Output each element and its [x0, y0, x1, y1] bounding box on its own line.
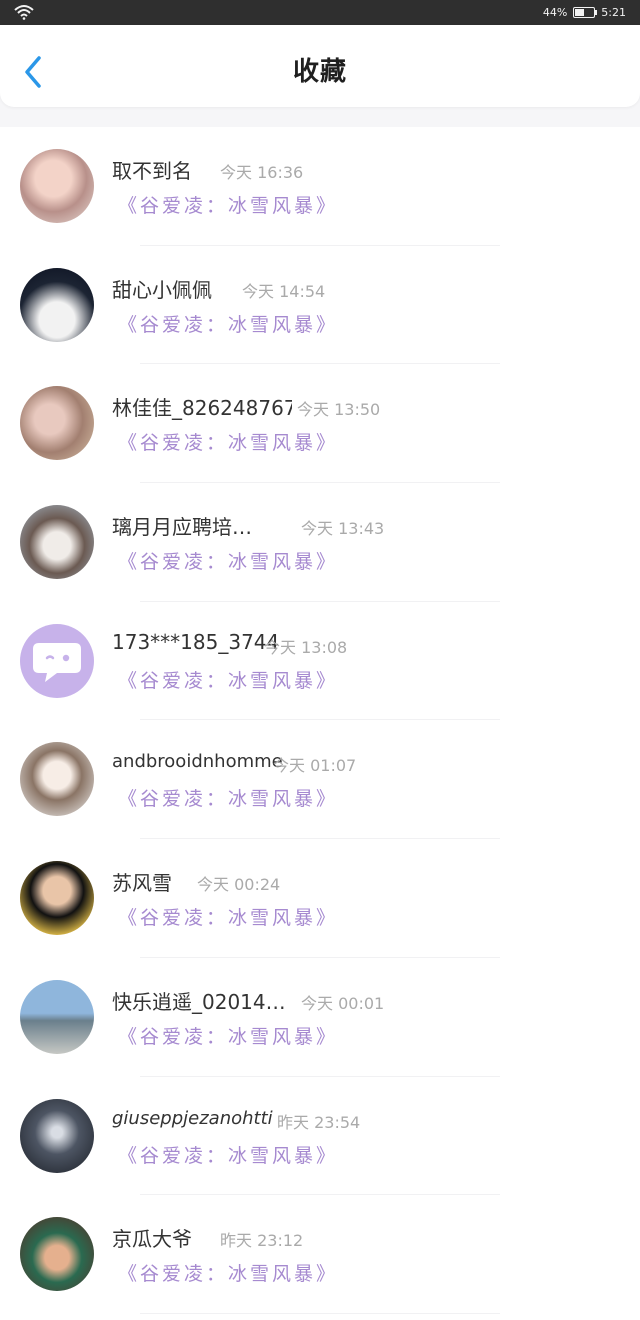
list-item[interactable]: 快乐逍遥_02014… 今天 00:01 《谷爱凌：冰雪风暴》	[0, 958, 640, 1077]
timestamp: 今天 00:01	[301, 993, 385, 1013]
timestamp: 今天 14:54	[242, 281, 326, 301]
book-title[interactable]: 《谷爱凌：冰雪风暴》	[118, 1259, 338, 1286]
avatar[interactable]	[20, 267, 94, 342]
book-title[interactable]: 《谷爱凌：冰雪风暴》	[118, 784, 338, 811]
list-item[interactable]: 苏风雪 今天 00:24 《谷爱凌：冰雪风暴》	[0, 839, 640, 958]
battery-percent: 44%	[542, 5, 568, 19]
avatar[interactable]	[20, 505, 94, 580]
timestamp: 今天 16:36	[220, 163, 304, 182]
avatar[interactable]	[20, 861, 94, 936]
favorites-list: 取不到名 今天 16:36 《谷爱凌：冰雪风暴》 甜心小佩佩 今天 14:54 …	[0, 127, 640, 1320]
avatar[interactable]	[20, 979, 94, 1054]
book-title[interactable]: 《谷爱凌：冰雪风暴》	[118, 1141, 338, 1168]
status-bar: 44% 5:21	[0, 0, 640, 25]
user-name: andbrooidnhomme	[112, 751, 283, 773]
avatar[interactable]	[20, 742, 94, 817]
header-bar: 收藏	[0, 25, 640, 107]
timestamp: 今天 13:50	[297, 400, 381, 420]
list-item[interactable]: andbrooidnhomme 今天 01:07 《谷爱凌：冰雪风暴》	[0, 720, 640, 839]
timestamp: 今天 01:07	[273, 756, 357, 776]
book-title[interactable]: 《谷爱凌：冰雪风暴》	[118, 903, 338, 930]
book-title[interactable]: 《谷爱凌：冰雪风暴》	[118, 666, 338, 693]
battery-icon	[573, 6, 598, 18]
user-name: 林佳佳_826248767	[112, 396, 292, 421]
user-name: 苏风雪	[112, 871, 172, 896]
avatar[interactable]	[20, 1217, 94, 1292]
user-name: giuseppjezanohtti	[112, 1107, 273, 1129]
default-chat-avatar[interactable]	[20, 623, 94, 698]
list-item[interactable]: giuseppjezanohtti 昨天 23:54 《谷爱凌：冰雪风暴》	[0, 1077, 640, 1196]
user-name: 甜心小佩佩	[112, 277, 212, 302]
list-item[interactable]: 甜心小佩佩 今天 14:54 《谷爱凌：冰雪风暴》	[0, 246, 640, 365]
user-name: 快乐逍遥_02014…	[112, 989, 286, 1014]
user-name: 取不到名	[112, 159, 192, 183]
list-item[interactable]: 林佳佳_826248767 今天 13:50 《谷爱凌：冰雪风暴》	[0, 364, 640, 483]
user-name: 173***185_3744	[112, 629, 280, 654]
avatar[interactable]	[20, 1098, 94, 1173]
user-name: 京瓜大爷	[112, 1227, 192, 1252]
book-title[interactable]: 《谷爱凌：冰雪风暴》	[118, 428, 338, 455]
book-title[interactable]: 《谷爱凌：冰雪风暴》	[118, 310, 338, 337]
wifi-icon	[14, 5, 34, 20]
chat-bubble-icon	[33, 642, 81, 682]
book-title[interactable]: 《谷爱凌：冰雪风暴》	[118, 191, 338, 218]
list-item[interactable]: 京瓜大爷 昨天 23:12 《谷爱凌：冰雪风暴》	[0, 1195, 640, 1314]
timestamp: 今天 13:08	[264, 637, 348, 657]
avatar[interactable]	[20, 386, 94, 461]
timestamp: 昨天 23:54	[277, 1112, 361, 1132]
book-title[interactable]: 《谷爱凌：冰雪风暴》	[118, 547, 338, 574]
list-item[interactable]: 璃月月应聘培… 今天 13:43 《谷爱凌：冰雪风暴》	[0, 483, 640, 602]
status-time: 5:21	[601, 5, 626, 19]
book-title[interactable]: 《谷爱凌：冰雪风暴》	[118, 1022, 338, 1049]
timestamp: 昨天 23:12	[220, 1231, 304, 1251]
timestamp: 今天 13:43	[301, 519, 385, 539]
avatar[interactable]	[20, 149, 94, 223]
page-title: 收藏	[292, 57, 347, 87]
list-item[interactable]: 173***185_3744 今天 13:08 《谷爱凌：冰雪风暴》	[0, 602, 640, 721]
list-item[interactable]: 取不到名 今天 16:36 《谷爱凌：冰雪风暴》	[0, 127, 640, 246]
timestamp: 今天 00:24	[197, 875, 281, 895]
user-name: 璃月月应聘培…	[112, 515, 252, 540]
